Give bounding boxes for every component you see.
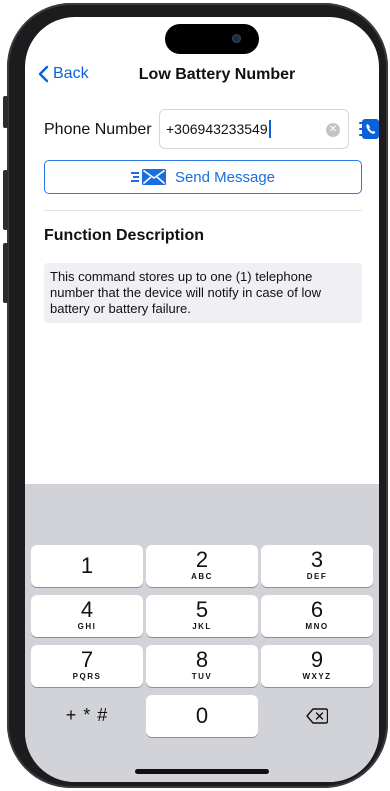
- screen: Back Low Battery Number Phone Number +30…: [25, 17, 379, 782]
- phone-number-value: +306943233549: [166, 121, 268, 137]
- key-0[interactable]: 0: [146, 695, 258, 737]
- symbols-key-label: + * #: [65, 705, 109, 725]
- volume-up-button: [3, 170, 8, 230]
- key-2[interactable]: 2 ABC: [146, 545, 258, 587]
- camera-icon: [232, 34, 241, 43]
- key-6-letters: MNO: [305, 622, 329, 631]
- send-message-label: Send Message: [174, 168, 276, 186]
- function-description-title: Function Description: [44, 227, 204, 244]
- key-8-letters: TUV: [191, 672, 213, 681]
- key-2-digit: 2: [195, 547, 209, 572]
- key-5-letters: JKL: [192, 622, 212, 631]
- key-6[interactable]: 6 MNO: [261, 595, 373, 637]
- contact-phone-icon[interactable]: [359, 118, 379, 140]
- device-frame: Back Low Battery Number Phone Number +30…: [3, 3, 388, 788]
- divider: [44, 210, 362, 211]
- key-8[interactable]: 8 TUV: [146, 645, 258, 687]
- key-3-letters: DEF: [306, 572, 328, 581]
- numeric-keypad: 1 2 ABC 3 DEF 4 GHI 5 JKL 6 MNO 7 PQRS 8…: [25, 484, 379, 782]
- key-7[interactable]: 7 PQRS: [31, 645, 143, 687]
- function-description-text: This command stores up to one (1) teleph…: [44, 263, 362, 323]
- key-7-letters: PQRS: [72, 672, 102, 681]
- key-6-digit: 6: [310, 597, 324, 622]
- key-8-digit: 8: [195, 647, 209, 672]
- send-message-button[interactable]: Send Message: [44, 160, 362, 194]
- key-5[interactable]: 5 JKL: [146, 595, 258, 637]
- key-9-letters: WXYZ: [302, 672, 332, 681]
- key-9-digit: 9: [310, 647, 324, 672]
- key-0-digit: 0: [195, 703, 209, 728]
- phone-number-label: Phone Number: [44, 121, 152, 138]
- key-1-digit: 1: [80, 553, 94, 578]
- key-7-digit: 7: [80, 647, 94, 672]
- mute-switch: [3, 96, 8, 128]
- volume-down-button: [3, 243, 8, 303]
- key-5-digit: 5: [195, 597, 209, 622]
- key-1[interactable]: 1: [31, 545, 143, 587]
- key-3[interactable]: 3 DEF: [261, 545, 373, 587]
- key-4-digit: 4: [80, 597, 94, 622]
- key-4-letters: GHI: [77, 622, 97, 631]
- phone-number-row: Phone Number +306943233549 ✕: [44, 109, 379, 149]
- home-indicator[interactable]: [135, 769, 269, 774]
- symbols-key[interactable]: + * #: [31, 695, 143, 737]
- clear-icon[interactable]: ✕: [326, 123, 340, 137]
- key-3-digit: 3: [310, 547, 324, 572]
- page-title: Low Battery Number: [138, 66, 296, 83]
- navigation-bar: Back Low Battery Number: [25, 63, 379, 87]
- text-caret: [268, 120, 271, 138]
- key-9[interactable]: 9 WXYZ: [261, 645, 373, 687]
- backspace-key[interactable]: [261, 695, 373, 737]
- key-2-letters: ABC: [191, 572, 213, 581]
- dynamic-island: [165, 24, 259, 54]
- key-4[interactable]: 4 GHI: [31, 595, 143, 637]
- backspace-icon: [306, 708, 329, 724]
- phone-number-input[interactable]: +306943233549 ✕: [159, 109, 349, 149]
- send-message-icon: [130, 169, 166, 185]
